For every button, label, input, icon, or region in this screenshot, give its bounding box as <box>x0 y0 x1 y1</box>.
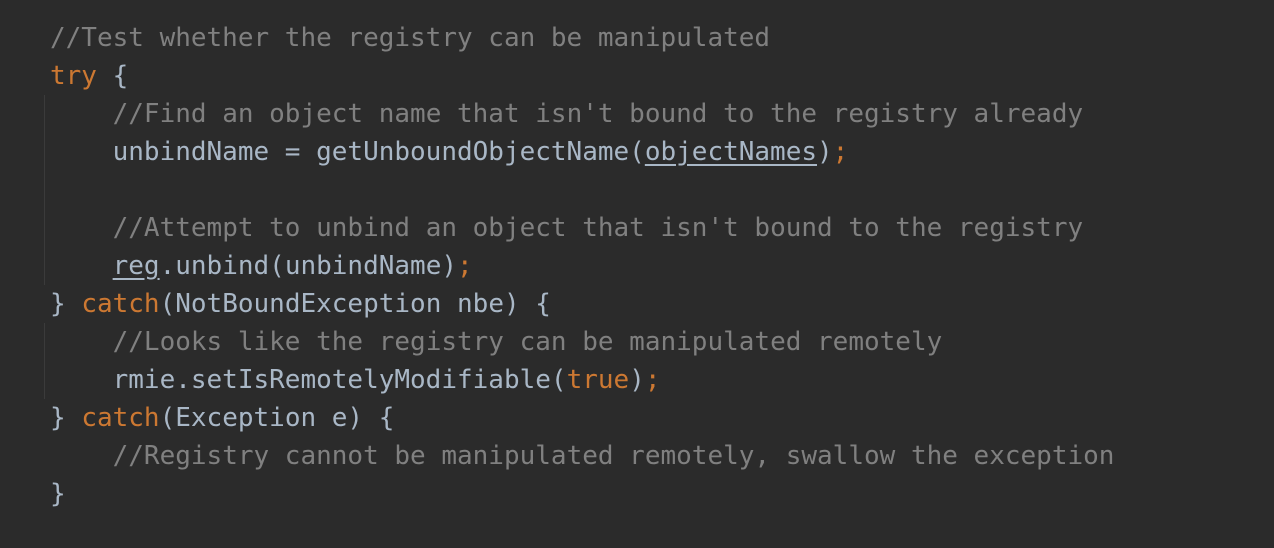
code-editor[interactable]: //Test whether the registry can be manip… <box>0 0 1274 548</box>
indent-guide-catch-notbound <box>44 323 45 399</box>
code-token: ) <box>629 365 645 395</box>
code-line[interactable]: //Find an object name that isn't bound t… <box>50 95 1114 133</box>
code-token: .unbind(unbindName) <box>159 251 458 281</box>
code-keyword: true <box>566 365 630 395</box>
code-line[interactable] <box>50 171 1114 209</box>
code-keyword: catch <box>81 403 160 433</box>
code-token: { <box>96 61 129 91</box>
code-line[interactable]: //Attempt to unbind an object that isn't… <box>50 209 1114 247</box>
code-comment: //Test whether the registry can be manip… <box>50 23 771 53</box>
code-line[interactable]: unbindName = getUnboundObjectName(object… <box>50 133 1114 171</box>
code-line[interactable]: } <box>50 475 1114 513</box>
code-keyword: ; <box>457 251 473 281</box>
code-line[interactable]: } catch(Exception e) { <box>50 399 1114 437</box>
code-token: ) <box>817 137 833 167</box>
code-token: unbindName = getUnboundObjectName( <box>50 137 645 167</box>
code-keyword: ; <box>644 365 661 395</box>
code-line[interactable]: try { <box>50 57 1114 95</box>
code-token: reg <box>112 251 160 281</box>
code-area[interactable]: //Test whether the registry can be manip… <box>50 19 1114 513</box>
code-keyword: catch <box>81 289 160 319</box>
code-keyword: ; <box>832 137 849 167</box>
code-comment: //Find an object name that isn't bound t… <box>112 99 1084 129</box>
code-token: } <box>50 403 82 433</box>
code-line[interactable]: rmie.setIsRemotelyModifiable(true); <box>50 361 1114 399</box>
code-line[interactable]: reg.unbind(unbindName); <box>50 247 1114 285</box>
code-line[interactable]: //Looks like the registry can be manipul… <box>50 323 1114 361</box>
code-comment: //Registry cannot be manipulated remotel… <box>112 441 1115 471</box>
code-line[interactable]: //Registry cannot be manipulated remotel… <box>50 437 1115 475</box>
code-comment: //Attempt to unbind an object that isn't… <box>112 213 1084 243</box>
code-token: objectNames <box>644 137 818 167</box>
code-token: (Exception e) { <box>159 403 395 433</box>
code-line[interactable]: } catch(NotBoundException nbe) { <box>50 285 1114 323</box>
indent-guide-try <box>44 95 45 285</box>
code-token: } <box>50 479 66 509</box>
code-token: rmie.setIsRemotelyModifiable( <box>50 365 567 395</box>
code-token: } <box>50 289 82 319</box>
code-keyword: try <box>50 61 97 91</box>
code-line[interactable]: //Test whether the registry can be manip… <box>50 19 1114 57</box>
code-comment: //Looks like the registry can be manipul… <box>112 327 943 357</box>
code-token: (NotBoundException nbe) { <box>159 289 551 319</box>
